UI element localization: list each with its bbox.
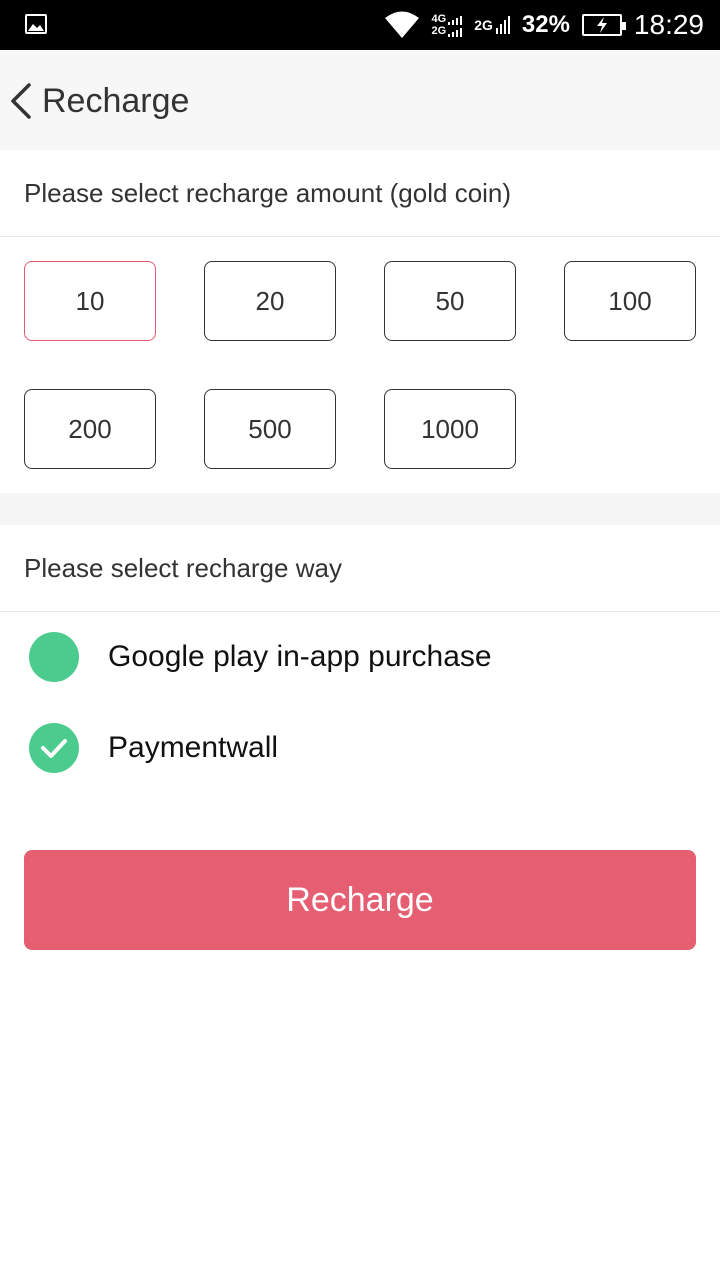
amount-section-label: Please select recharge amount (gold coin…	[0, 150, 720, 237]
radio-checked-icon[interactable]	[29, 723, 79, 773]
network-2g: 2G	[474, 16, 510, 34]
radio-unchecked-icon[interactable]	[29, 632, 79, 682]
clock: 18:29	[633, 9, 704, 40]
recharge-button[interactable]: Recharge	[24, 850, 696, 950]
pay-option-google-play[interactable]: Google play in-app purchase	[0, 612, 720, 702]
network-bottom-label: 2G	[431, 25, 447, 37]
amount-option-20[interactable]: 20	[204, 261, 336, 341]
battery-charging-icon	[581, 14, 626, 36]
section-divider	[0, 493, 720, 525]
pay-option-label: Paymentwall	[108, 731, 279, 764]
pay-option-label: Google play in-app purchase	[108, 640, 492, 673]
page-title: Recharge	[42, 81, 190, 120]
cellular-signal: 4G 2G	[432, 13, 463, 37]
amount-option-200[interactable]: 200	[24, 389, 156, 469]
amount-option-50[interactable]: 50	[384, 261, 516, 341]
amount-option-1000[interactable]: 1000	[384, 389, 516, 469]
amount-option-100[interactable]: 100	[564, 261, 696, 341]
amount-grid: 10 20 50 100 200 500 1000	[0, 237, 720, 493]
amount-option-500[interactable]: 500	[204, 389, 336, 469]
chevron-left-icon	[11, 83, 31, 119]
back-button[interactable]: Recharge	[8, 75, 189, 127]
pay-option-paymentwall[interactable]: Paymentwall	[0, 703, 720, 793]
battery-percent: 32%	[521, 11, 570, 38]
network-2g-label: 2G	[474, 17, 493, 33]
wifi-icon	[384, 11, 419, 38]
network-top-label: 4G	[431, 13, 447, 25]
app-header: Recharge	[0, 50, 720, 150]
amount-option-10[interactable]: 10	[24, 261, 156, 341]
checkmark-icon	[41, 739, 67, 758]
way-section-label: Please select recharge way	[0, 525, 720, 612]
gallery-icon	[25, 14, 47, 34]
status-bar: 4G 2G 2G 32% 18:29	[0, 0, 720, 50]
